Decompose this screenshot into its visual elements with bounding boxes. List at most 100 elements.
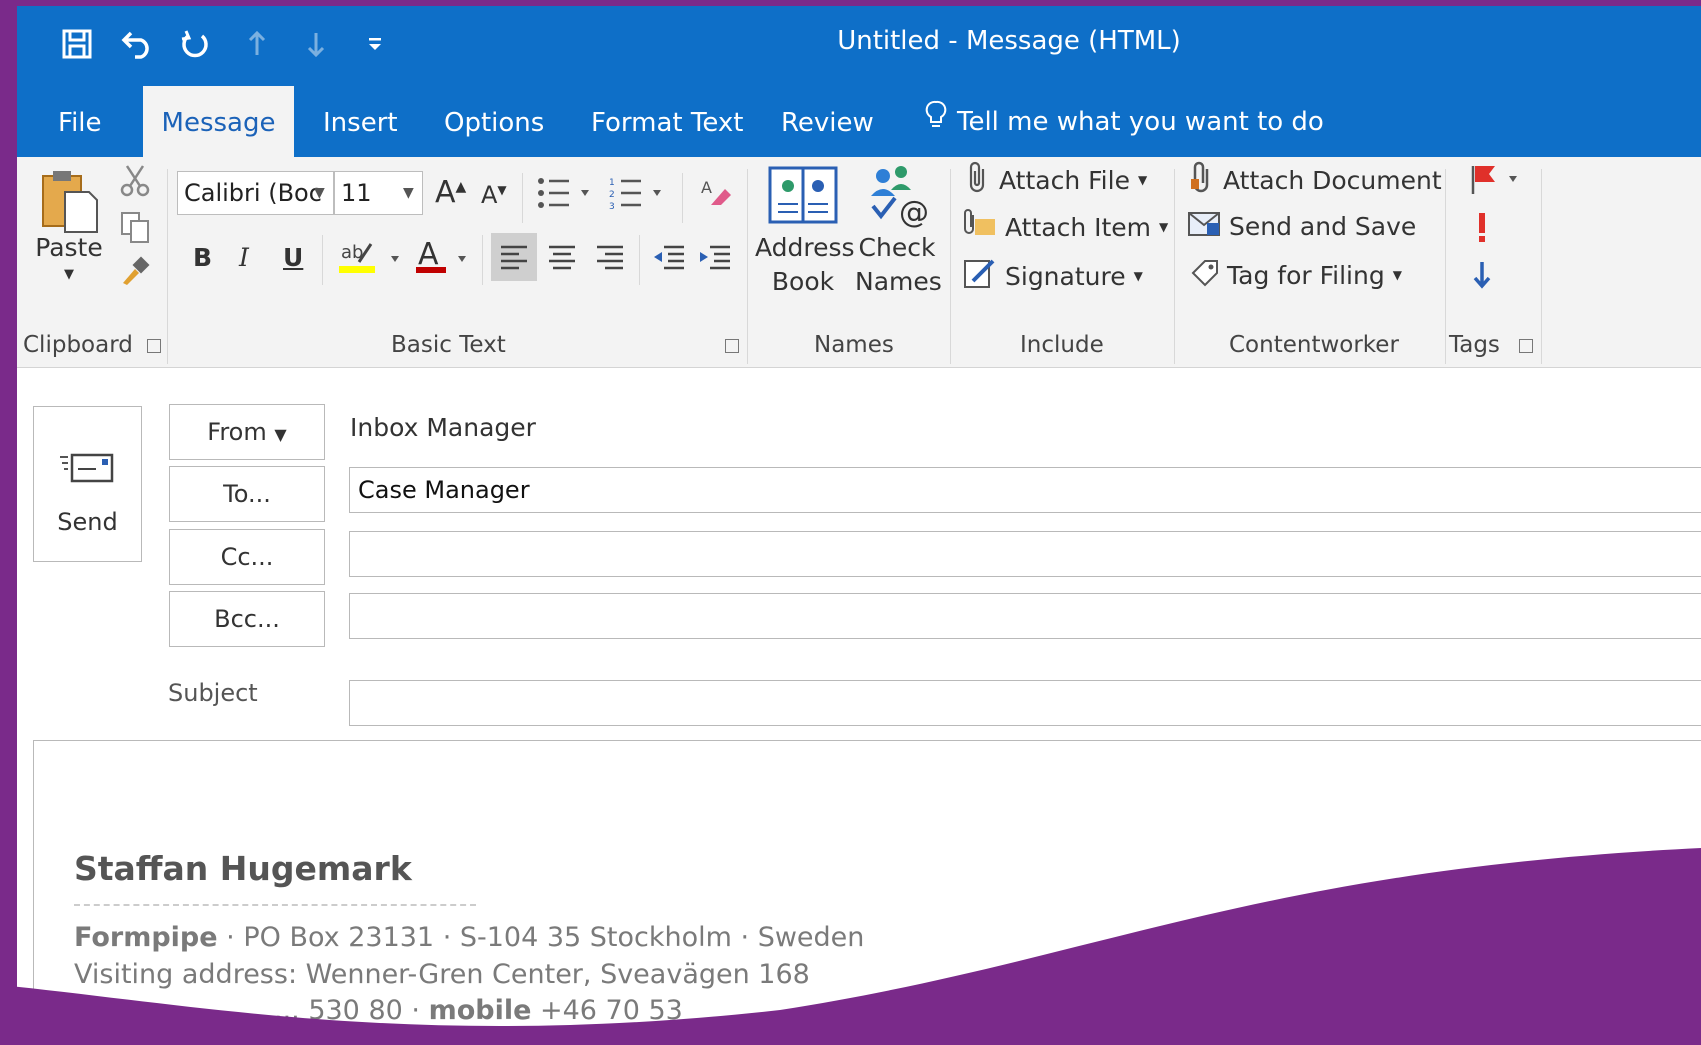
low-importance-icon[interactable] <box>1467 257 1497 293</box>
check-names-label-line2: Names <box>855 267 942 296</box>
group-separator <box>522 173 523 223</box>
attach-document-icon <box>1189 161 1215 199</box>
address-book-button[interactable]: Address Book <box>755 231 855 299</box>
attach-file-label: Attach File <box>999 165 1130 195</box>
font-color-icon[interactable]: A <box>411 237 475 277</box>
signature-address-line: Formpipe · PO Box 23131 · S-104 35 Stock… <box>74 922 864 953</box>
group-separator <box>482 235 483 285</box>
shrink-font-icon[interactable]: A▼ <box>481 181 507 209</box>
signature-name: Staffan Hugemark <box>74 849 412 888</box>
format-painter-icon[interactable] <box>117 253 153 289</box>
align-right-icon[interactable] <box>587 233 633 281</box>
from-value: Inbox Manager <box>350 413 536 442</box>
bcc-field[interactable] <box>349 593 1701 639</box>
signature-phone: ... 530 80 · <box>274 995 429 1026</box>
highlight-icon[interactable]: ab <box>335 237 409 277</box>
contentworker-group-label: Contentworker <box>1229 332 1399 358</box>
group-separator <box>1445 169 1446 364</box>
cc-field[interactable] <box>349 531 1701 577</box>
italic-button[interactable]: I <box>239 243 249 272</box>
include-group-label: Include <box>1020 332 1104 358</box>
font-name-dropdown-icon[interactable]: ▼ <box>314 185 325 201</box>
check-names-button[interactable]: Check Names <box>855 231 942 299</box>
copy-icon[interactable] <box>117 209 153 245</box>
cc-button[interactable]: Cc... <box>169 529 325 585</box>
attach-file-button[interactable]: Attach File ▼ <box>967 161 1147 199</box>
svg-text:1: 1 <box>609 178 615 188</box>
from-label: From <box>207 418 267 446</box>
basic-text-launcher-icon[interactable] <box>725 339 739 353</box>
signature-icon <box>963 257 997 295</box>
paste-label: Paste <box>35 233 103 262</box>
clipboard-launcher-icon[interactable] <box>147 339 161 353</box>
follow-up-flag-icon[interactable] <box>1465 161 1525 197</box>
grow-font-icon[interactable]: A▲ <box>435 175 466 210</box>
group-separator <box>322 235 323 285</box>
signature-company: Formpipe <box>74 922 218 953</box>
title-bar: Untitled - Message (HTML) <box>17 6 1701 86</box>
tab-message[interactable]: Message <box>143 86 294 157</box>
underline-button[interactable]: U <box>283 243 303 272</box>
tell-me-box[interactable]: Tell me what you want to do <box>897 86 1352 157</box>
signature-mobile: +46 70 53 <box>531 995 683 1026</box>
font-name-combo[interactable]: Calibri (Boc <box>177 171 334 215</box>
paste-button[interactable]: Paste ▼ <box>27 231 111 285</box>
tab-options[interactable]: Options <box>416 86 572 157</box>
to-field[interactable]: Case Manager <box>349 467 1701 513</box>
bcc-button[interactable]: Bcc... <box>169 591 325 647</box>
align-left-icon[interactable] <box>491 233 537 281</box>
font-name-value: Calibri (Boc <box>184 179 322 207</box>
signature-divider <box>74 904 476 906</box>
font-size-value: 11 <box>341 179 372 207</box>
signature-button[interactable]: Signature ▼ <box>963 257 1143 295</box>
attach-item-button[interactable]: Attach Item ▼ <box>963 209 1168 245</box>
send-and-save-icon <box>1187 209 1221 243</box>
address-book-icon[interactable] <box>767 163 839 227</box>
subject-field[interactable] <box>349 680 1701 726</box>
attach-item-dropdown-icon: ▼ <box>1159 220 1169 234</box>
increase-indent-icon[interactable] <box>693 233 737 281</box>
group-separator <box>682 173 683 223</box>
tab-insert[interactable]: Insert <box>295 86 426 157</box>
cut-icon[interactable] <box>117 163 153 199</box>
align-center-icon[interactable] <box>539 233 585 281</box>
tab-review[interactable]: Review <box>753 86 902 157</box>
decrease-indent-icon[interactable] <box>647 233 691 281</box>
paperclip-icon <box>967 161 991 199</box>
svg-text:A: A <box>418 238 439 272</box>
bold-button[interactable]: B <box>193 243 212 272</box>
to-button[interactable]: To... <box>169 466 325 522</box>
attach-document-button[interactable]: Attach Document <box>1189 161 1442 199</box>
tab-format-text[interactable]: Format Text <box>563 86 771 157</box>
send-button[interactable]: Send <box>33 406 142 562</box>
clear-formatting-icon[interactable]: A <box>697 175 737 211</box>
tag-icon <box>1189 257 1219 293</box>
basic-text-group-label: Basic Text <box>391 332 506 358</box>
svg-text:3: 3 <box>609 202 615 210</box>
high-importance-icon[interactable] <box>1467 209 1497 245</box>
from-button[interactable]: From ▼ <box>169 404 325 460</box>
group-separator <box>167 169 168 364</box>
paste-dropdown-icon: ▼ <box>64 267 74 282</box>
group-separator <box>1174 169 1175 364</box>
check-names-icon[interactable]: @ <box>862 161 932 231</box>
lightbulb-icon <box>925 85 947 159</box>
attach-file-dropdown-icon: ▼ <box>1137 173 1148 187</box>
tab-file[interactable]: File <box>30 86 130 157</box>
bullets-icon[interactable] <box>535 175 595 211</box>
message-body[interactable]: Staffan Hugemark Formpipe · PO Box 23131… <box>33 740 1701 1036</box>
font-size-dropdown-icon[interactable]: ▼ <box>403 185 414 201</box>
signature-visiting-line: Visiting address: Wenner-Gren Center, Sv… <box>74 959 810 990</box>
send-and-save-button[interactable]: Send and Save <box>1187 209 1416 243</box>
numbering-icon[interactable]: 1 2 3 <box>607 175 667 211</box>
tags-launcher-icon[interactable] <box>1519 339 1533 353</box>
paste-icon[interactable] <box>37 167 101 235</box>
signature-postal: · PO Box 23131 · S-104 35 Stockholm · Sw… <box>217 922 865 953</box>
tag-for-filing-button[interactable]: Tag for Filing ▼ <box>1189 257 1402 293</box>
window-title: Untitled - Message (HTML) <box>837 26 1181 56</box>
attach-document-label: Attach Document <box>1223 165 1442 195</box>
tag-for-filing-dropdown-icon: ▼ <box>1392 268 1402 282</box>
clipboard-group-label: Clipboard <box>23 332 133 358</box>
signature-mobile-label: mobile <box>428 995 532 1026</box>
compose-header: Send From ▼ Inbox Manager To... Case Man… <box>17 369 1701 1036</box>
